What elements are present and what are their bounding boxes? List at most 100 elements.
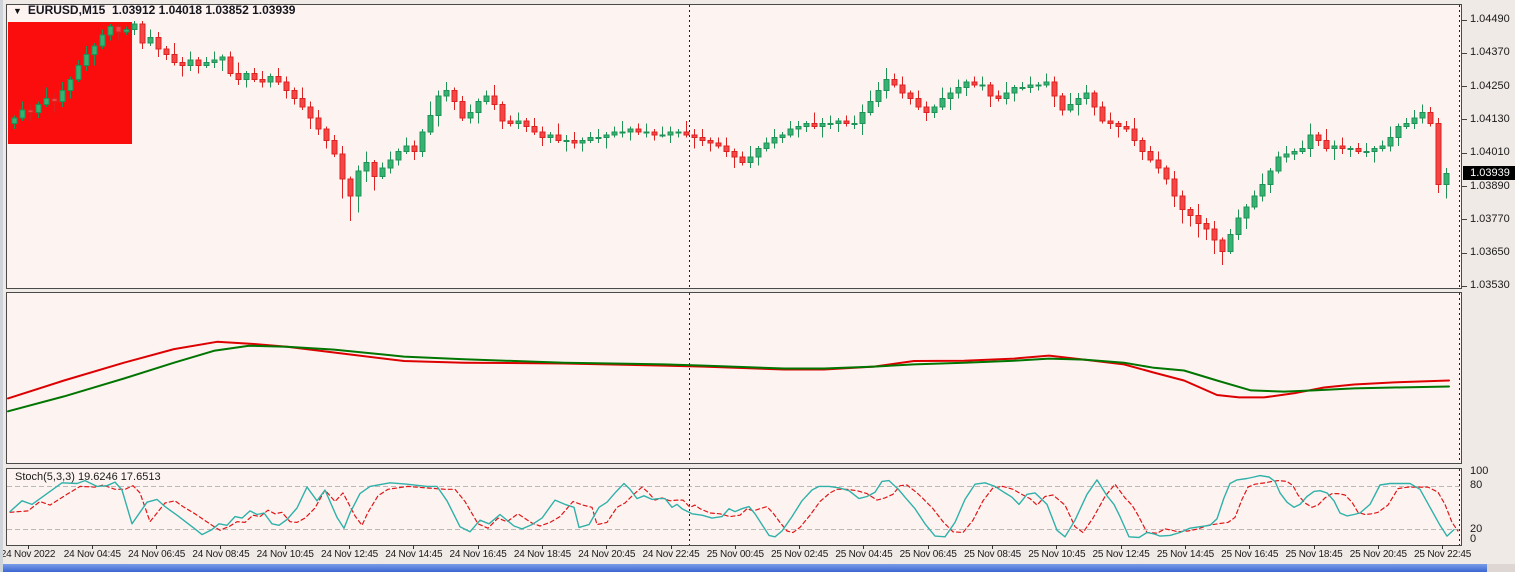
candle xyxy=(1107,120,1114,125)
candle xyxy=(699,137,706,141)
price-axis-tick xyxy=(1462,86,1467,87)
candle xyxy=(1243,206,1250,219)
candle xyxy=(555,134,562,141)
candle xyxy=(1123,125,1130,130)
time-axis-label: 25 Nov 04:45 xyxy=(835,549,893,560)
candle xyxy=(339,153,346,180)
candle xyxy=(1395,125,1402,139)
candle xyxy=(675,131,682,134)
candle xyxy=(1283,153,1290,158)
candle xyxy=(1011,87,1018,94)
time-axis-label: 24 Nov 08:45 xyxy=(192,549,250,560)
candle xyxy=(147,37,154,44)
candle xyxy=(1131,128,1138,141)
candle xyxy=(763,142,770,150)
candle xyxy=(659,134,666,137)
moving-average-chart[interactable] xyxy=(7,293,1461,463)
stoch-main-line xyxy=(9,474,1455,539)
candle xyxy=(827,123,834,126)
candle xyxy=(875,89,882,102)
candle xyxy=(651,131,658,136)
candle xyxy=(51,98,58,102)
candle xyxy=(315,117,322,130)
price-axis-label: 1.03650 xyxy=(1470,246,1510,259)
candle xyxy=(347,178,354,197)
price-axis-tick xyxy=(1462,253,1467,254)
candle xyxy=(515,120,522,125)
chart-title-symbol: EURUSD,M15 xyxy=(27,3,106,17)
candle xyxy=(1315,134,1322,141)
current-price-tag: 1.03939 xyxy=(1463,165,1515,180)
candle xyxy=(1339,145,1346,150)
stochastic-chart[interactable] xyxy=(7,469,1461,545)
chevron-down-icon[interactable]: ▼ xyxy=(13,6,22,16)
candle xyxy=(643,131,650,134)
candle xyxy=(1203,223,1210,230)
candle xyxy=(899,84,906,94)
candle xyxy=(1403,123,1410,127)
candle xyxy=(195,59,202,66)
candle xyxy=(843,120,850,125)
time-axis-label: 24 Nov 06:45 xyxy=(128,549,186,560)
time-axis-label: 25 Nov 06:45 xyxy=(899,549,957,560)
price-axis-tick xyxy=(1462,119,1467,120)
candle xyxy=(723,145,730,152)
time-axis-label: 25 Nov 02:45 xyxy=(771,549,829,560)
candle xyxy=(43,98,50,105)
candle xyxy=(35,103,42,114)
candle xyxy=(795,125,802,130)
candle xyxy=(595,137,602,140)
time-axis-label: 25 Nov 12:45 xyxy=(1092,549,1150,560)
candle xyxy=(243,73,250,80)
candle xyxy=(803,123,810,127)
candle xyxy=(1115,123,1122,127)
candle xyxy=(915,98,922,108)
moving-average-panel xyxy=(6,292,1462,464)
candle xyxy=(923,106,930,114)
candle xyxy=(1331,145,1338,150)
candle xyxy=(947,92,954,100)
ma-green-line xyxy=(7,344,1450,413)
price-axis-label: 1.04370 xyxy=(1470,46,1510,59)
price-axis-tick xyxy=(1462,286,1467,287)
time-axis-label: 25 Nov 08:45 xyxy=(963,549,1022,560)
time-axis-label: 24 Nov 22:45 xyxy=(642,549,700,560)
candle xyxy=(267,76,274,83)
candle xyxy=(1267,170,1274,186)
candle xyxy=(627,128,634,133)
candle xyxy=(187,59,194,66)
candle xyxy=(1307,134,1314,150)
price-axis-tick xyxy=(1462,53,1467,54)
candle xyxy=(1355,148,1362,152)
candle xyxy=(563,139,570,142)
candle xyxy=(211,59,218,64)
time-axis-label: 25 Nov 16:45 xyxy=(1221,549,1279,560)
candle xyxy=(235,73,242,80)
candle xyxy=(1171,178,1178,197)
candle xyxy=(1347,148,1354,151)
candle xyxy=(931,106,938,114)
candle xyxy=(1443,173,1450,186)
price-axis-label: 1.04010 xyxy=(1470,146,1510,159)
candle xyxy=(331,139,338,155)
candle xyxy=(1363,150,1370,153)
candle xyxy=(387,159,394,169)
price-axis-label: 1.03770 xyxy=(1470,212,1510,225)
scrollbar-thumb[interactable] xyxy=(3,564,1487,572)
time-axis-label: 24 Nov 12:45 xyxy=(320,549,379,560)
candle xyxy=(299,98,306,108)
candle xyxy=(123,28,130,33)
candlestick-chart[interactable] xyxy=(7,5,1461,288)
candle xyxy=(1147,150,1154,161)
candle xyxy=(19,109,26,119)
candle xyxy=(379,167,386,177)
candle xyxy=(163,48,170,55)
candle xyxy=(131,23,138,30)
candle xyxy=(995,95,1002,100)
price-axis-label: 1.04130 xyxy=(1470,112,1510,125)
candle xyxy=(1323,139,1330,150)
candle xyxy=(427,114,434,133)
stoch-axis-label: 80 xyxy=(1470,479,1483,492)
candle xyxy=(403,145,410,152)
candle xyxy=(1067,103,1074,111)
